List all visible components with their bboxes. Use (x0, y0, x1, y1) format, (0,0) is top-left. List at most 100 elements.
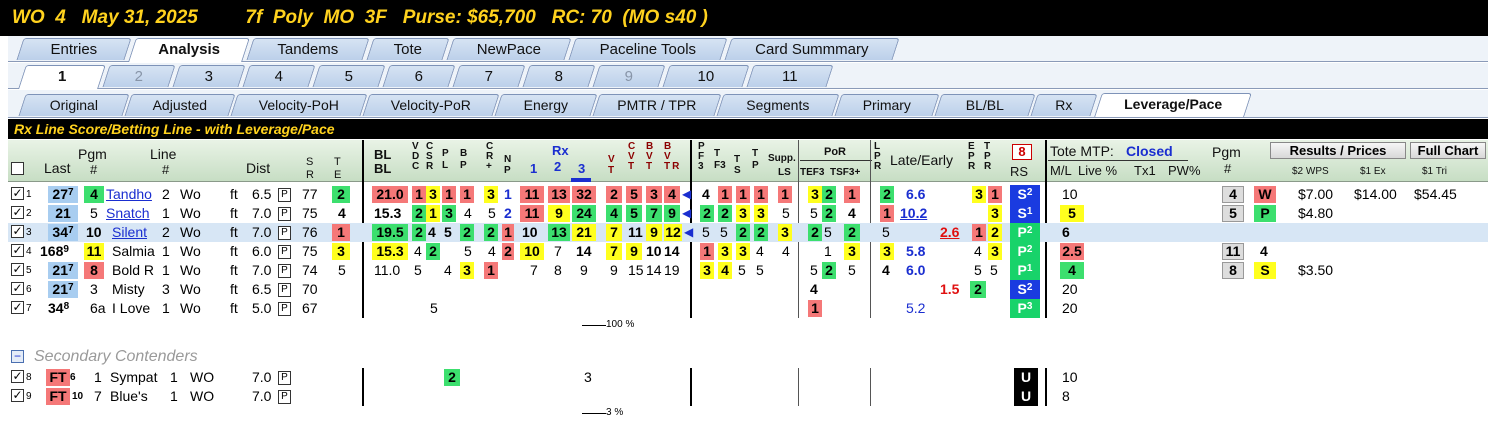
distance: 6.5 (252, 281, 272, 297)
tab-bl-bl[interactable]: BL/BL (934, 94, 1036, 116)
pf3: 3 (700, 262, 714, 279)
table-row[interactable]: ✓ 1 277 4 Tandho 2 Wo ft 6.5 P 77 2 21.0… (8, 185, 1488, 204)
np: 1 (504, 186, 512, 202)
tab-rx[interactable]: Rx (1030, 94, 1098, 116)
hdr-late-early: Late/Early (890, 152, 954, 168)
rx2: 3 (584, 369, 592, 385)
tab-race-10[interactable]: 10 (662, 65, 750, 87)
morning-line: 20 (1062, 281, 1078, 297)
row-checkbox[interactable]: ✓ (11, 370, 24, 383)
table-row[interactable]: ✓ 2 21 5 Snatch 1 Wo ft 7.0 P 75 4 15.3 … (8, 204, 1488, 223)
tab-race-4[interactable]: 4 (242, 65, 316, 87)
table-row[interactable]: ✓ 4 1689 11 Salmia 1 Wo ft 6.0 P 75 3 15… (8, 242, 1488, 261)
tab-race-1[interactable]: 1 (18, 65, 106, 89)
table-row[interactable]: ✓ 7 348 6a I Love 1 Wo ft 5.0 P 67 5 1 5… (8, 299, 1488, 318)
tab-race-9[interactable]: 9 (592, 65, 666, 87)
ts: 3 (736, 243, 750, 260)
tab-tandems[interactable]: Tandems (246, 38, 370, 60)
horse-name[interactable]: Bold R (112, 262, 154, 279)
tab-adjusted[interactable]: Adjusted (124, 94, 236, 116)
table-row[interactable]: ✓ 6 217 3 Misty 3 Wo ft 6.5 P 70 4 1.5 2… (8, 280, 1488, 299)
horse-name[interactable]: I Love (112, 300, 150, 317)
horse-name[interactable]: Misty (112, 281, 145, 298)
row-checkbox[interactable]: ✓ (11, 244, 24, 257)
pl: 3 (442, 205, 456, 222)
results-prices-button[interactable]: Results / Prices (1270, 142, 1406, 159)
horse-name[interactable]: Sympat (110, 369, 157, 386)
tab-race-7[interactable]: 7 (452, 65, 526, 87)
tab-race-2[interactable]: 2 (102, 65, 176, 87)
result-pgm[interactable]: 11 (1222, 243, 1244, 260)
tab-race-5[interactable]: 5 (312, 65, 386, 87)
tab-card-summary[interactable]: Card Summmary (724, 38, 900, 60)
result-pgm[interactable]: 4 (1222, 186, 1244, 203)
tab-primary[interactable]: Primary (834, 94, 940, 116)
hdr-tote-mtp: Tote MTP: (1050, 143, 1114, 159)
select-all-checkbox[interactable] (11, 162, 24, 175)
row-checkbox[interactable]: ✓ (11, 301, 24, 314)
tab-entries[interactable]: Entries (16, 38, 132, 60)
vt: 7 (606, 224, 622, 241)
ls: 3 (778, 224, 792, 241)
epr: 3 (972, 186, 986, 203)
full-chart-button[interactable]: Full Chart (1410, 142, 1486, 159)
tab-pmtr-tpr[interactable]: PMTR / TPR (592, 94, 722, 116)
tab-race-8[interactable]: 8 (522, 65, 596, 87)
tab-race-11[interactable]: 11 (746, 65, 834, 87)
tab-analysis[interactable]: Analysis (128, 38, 250, 62)
table-row[interactable]: ✓ 3 347 10 Silent 2 Wo ft 7.0 P 76 1 19.… (8, 223, 1488, 242)
tab-velocity-poh[interactable]: Velocity-PoH (230, 94, 368, 116)
row-checkbox[interactable]: ✓ (11, 206, 24, 219)
np: 2 (502, 243, 514, 260)
tp: 2 (754, 224, 768, 241)
ft-badge: FT (46, 369, 70, 386)
csr: 3 (426, 186, 440, 203)
hdr-tsf3: TSF3+ (830, 167, 861, 178)
late: 10.2 (900, 205, 928, 221)
horse-name[interactable]: Snatch (106, 205, 150, 222)
late: 5.8 (906, 243, 926, 259)
bvtr: 9 (664, 205, 680, 222)
tab-race-3[interactable]: 3 (172, 65, 246, 87)
horse-name[interactable]: Salmia (112, 243, 155, 260)
horse-name[interactable]: Silent (112, 224, 147, 241)
row-checkbox[interactable]: ✓ (11, 187, 24, 200)
result-pgm[interactable]: 5 (1222, 205, 1244, 222)
line-number: 1 (162, 243, 170, 259)
tef3b: 5 (824, 224, 832, 240)
tab-leverage-pace[interactable]: Leverage/Pace (1094, 93, 1252, 117)
last-days: 348 (48, 300, 70, 316)
result-pgm[interactable]: 8 (1222, 262, 1244, 279)
tab-paceline-tools[interactable]: Paceline Tools (568, 38, 728, 60)
table-row[interactable]: ✓ 5 217 8 Bold R 1 Wo ft 7.0 P 74 5 11.0… (8, 261, 1488, 280)
row-checkbox[interactable]: ✓ (11, 225, 24, 238)
hdr-pgm: Pgm (78, 146, 107, 162)
p-badge: P (278, 371, 291, 386)
track: Wo (180, 281, 201, 297)
table-row[interactable]: ✓ 9 FT 10 7 Blue's 1 WO 7.0 P U 8 (8, 387, 1488, 406)
tab-original[interactable]: Original (18, 94, 130, 116)
tab-tote[interactable]: Tote (366, 38, 450, 60)
tab-race-6[interactable]: 6 (382, 65, 456, 87)
horse-name[interactable]: Tandho (106, 186, 152, 203)
tef3: 2 (808, 224, 822, 241)
rx3: 9 (580, 262, 588, 278)
tab-energy[interactable]: Energy (494, 94, 598, 116)
table-row[interactable]: ✓ 8 FT 6 1 Sympat 1 WO 7.0 P 2 3 U 10 (8, 368, 1488, 387)
bl-value: 15.3 (374, 205, 402, 221)
horse-name[interactable]: Blue's (110, 388, 148, 405)
distance: 6.0 (252, 243, 272, 259)
tab-velocity-por[interactable]: Velocity-PoR (362, 94, 500, 116)
row-checkbox[interactable]: ✓ (11, 282, 24, 295)
row-checkbox[interactable]: ✓ (11, 263, 24, 276)
rx2: 13 (548, 186, 570, 203)
collapse-toggle[interactable]: − (11, 350, 24, 363)
vt: 7 (606, 243, 622, 260)
ts: 3 (736, 205, 750, 222)
row-index: 6 (26, 284, 32, 295)
tf3: 2 (718, 205, 732, 222)
tab-newpace[interactable]: NewPace (446, 38, 572, 60)
tpr: 3 (988, 205, 1002, 222)
tab-segments[interactable]: Segments (716, 94, 840, 116)
row-checkbox[interactable]: ✓ (11, 389, 24, 402)
